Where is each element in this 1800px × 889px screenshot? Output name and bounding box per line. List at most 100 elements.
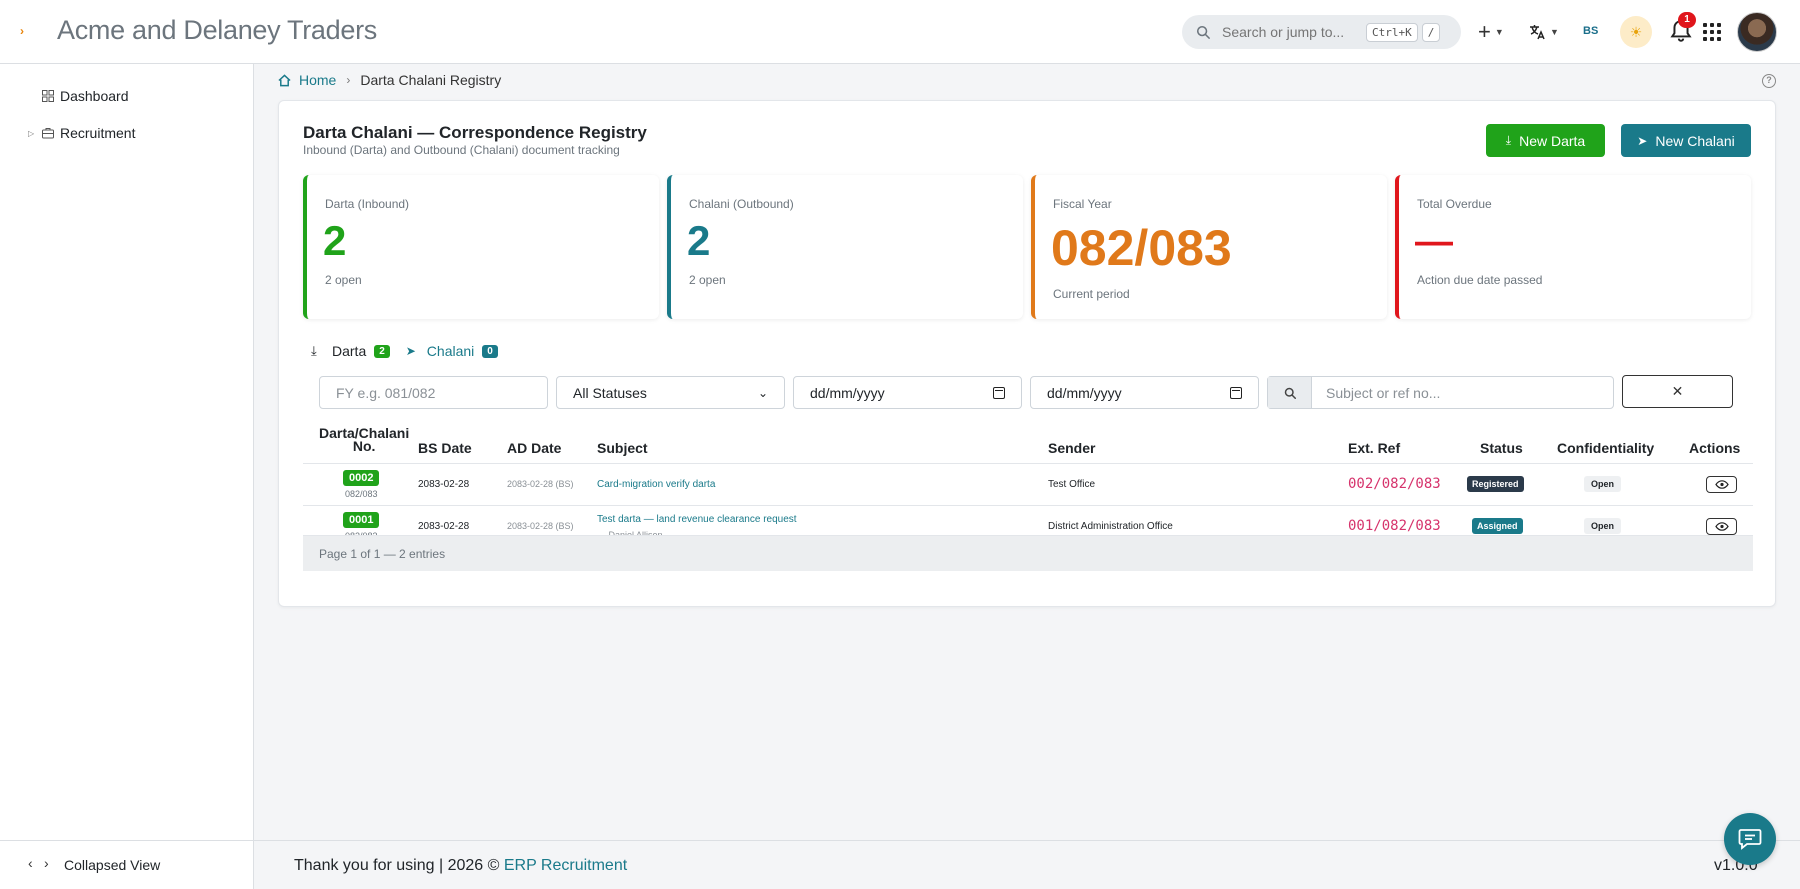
caret-down-icon: ▼ bbox=[1494, 27, 1504, 37]
col-header-bs-date: BS Date bbox=[418, 440, 472, 456]
logo-icon[interactable]: › bbox=[20, 24, 30, 38]
darta-number-badge: 0002 bbox=[343, 470, 380, 486]
caret-right-icon[interactable]: ▷ bbox=[28, 129, 34, 138]
new-darta-button[interactable]: ⤓ New Darta bbox=[1486, 124, 1605, 157]
sender: Test Office bbox=[1048, 479, 1096, 490]
quick-create-button[interactable]: + ▼ bbox=[1478, 20, 1504, 44]
translate-icon bbox=[1530, 25, 1545, 40]
breadcrumb-home-link[interactable]: Home bbox=[299, 72, 336, 88]
bs-date: 2083-02-28 bbox=[418, 521, 470, 532]
close-icon: ✕ bbox=[1671, 383, 1684, 399]
plus-icon: + bbox=[1478, 19, 1491, 44]
page-subtitle: Inbound (Darta) and Outbound (Chalani) d… bbox=[303, 143, 620, 157]
global-search[interactable]: Ctrl+K / bbox=[1182, 15, 1461, 49]
tab-chalani[interactable]: ➤ Chalani 0 bbox=[406, 343, 498, 359]
sidebar-item-label: Dashboard bbox=[60, 88, 129, 104]
stat-card-chalani: Chalani (Outbound) 2 2 open bbox=[667, 175, 1023, 319]
briefcase-icon bbox=[42, 128, 54, 139]
download-icon: ⤓ bbox=[311, 343, 317, 358]
col-header-ext-ref: Ext. Ref bbox=[1348, 440, 1401, 456]
apps-grid-icon[interactable] bbox=[1703, 23, 1721, 41]
notification-count-badge: 1 bbox=[1678, 12, 1696, 28]
col-header-subject: Subject bbox=[597, 440, 648, 456]
language-button[interactable]: ▼ bbox=[1528, 20, 1559, 44]
ad-date: 2083-02-28 (BS) bbox=[507, 479, 574, 489]
chevron-down-icon: ⌄ bbox=[757, 385, 768, 400]
sidebar-item-label: Recruitment bbox=[60, 125, 136, 141]
sun-icon: ☀ bbox=[1629, 23, 1643, 40]
stat-label: Chalani (Outbound) bbox=[689, 197, 794, 211]
download-icon: ⤓ bbox=[1505, 133, 1512, 147]
subject-search[interactable]: Subject or ref no... bbox=[1267, 376, 1614, 409]
view-button[interactable] bbox=[1706, 518, 1737, 535]
date-to-input[interactable]: dd/mm/yyyy bbox=[1030, 376, 1259, 409]
table-row[interactable]: 0002 082/083 2083-02-28 2083-02-28 (BS) … bbox=[303, 463, 1753, 505]
new-chalani-label: New Chalani bbox=[1655, 132, 1735, 149]
eye-icon bbox=[1714, 522, 1729, 531]
sidebar-collapse-toggle[interactable]: ‹ › Collapsed View bbox=[0, 840, 254, 889]
view-button[interactable] bbox=[1706, 476, 1737, 493]
chat-button[interactable] bbox=[1724, 813, 1776, 865]
tab-count-badge: 0 bbox=[482, 344, 498, 358]
send-icon: ➤ bbox=[405, 344, 416, 358]
darta-number-badge: 0001 bbox=[343, 512, 380, 528]
registry-tabs: ⤓ Darta 2 ➤ Chalani 0 bbox=[311, 343, 514, 359]
status-select-value: All Statuses bbox=[573, 384, 647, 401]
eye-icon bbox=[1714, 480, 1729, 489]
sender: District Administration Office bbox=[1048, 521, 1173, 532]
chevron-right-icon: › bbox=[346, 73, 351, 87]
tab-label: Darta bbox=[332, 343, 367, 359]
subject-link[interactable]: Card-migration verify darta bbox=[597, 479, 715, 490]
status-badge: Registered bbox=[1467, 476, 1524, 492]
col-header-number: Darta/Chalani No. bbox=[319, 426, 409, 453]
global-search-input[interactable] bbox=[1222, 24, 1362, 40]
subject-link[interactable]: Test darta — land revenue clearance requ… bbox=[597, 514, 797, 525]
calendar-mode-toggle[interactable]: BS bbox=[1583, 25, 1598, 37]
chevron-left-icon: ‹ bbox=[28, 855, 33, 871]
user-avatar[interactable] bbox=[1737, 12, 1777, 52]
tab-darta[interactable]: ⤓ Darta 2 bbox=[311, 343, 390, 359]
sidebar-item-dashboard[interactable]: Dashboard bbox=[0, 80, 254, 112]
theme-toggle-button[interactable]: ☀ bbox=[1620, 16, 1652, 48]
stat-value: 082/083 bbox=[1051, 220, 1232, 276]
collapsed-view-label: Collapsed View bbox=[64, 857, 161, 873]
fiscal-year-input[interactable]: FY e.g. 081/082 bbox=[319, 376, 548, 409]
subject-search-input[interactable]: Subject or ref no... bbox=[1312, 377, 1440, 408]
search-icon bbox=[1196, 25, 1210, 39]
stat-label: Fiscal Year bbox=[1053, 197, 1112, 211]
footer-link[interactable]: ERP Recruitment bbox=[504, 857, 627, 874]
chat-icon bbox=[1738, 829, 1762, 850]
status-select[interactable]: All Statuses ⌄ bbox=[556, 376, 785, 409]
stat-card-total-overdue: Total Overdue — Action due date passed bbox=[1395, 175, 1751, 319]
calendar-icon[interactable] bbox=[993, 386, 1005, 399]
stat-card-fiscal-year: Fiscal Year 082/083 Current period bbox=[1031, 175, 1387, 319]
stat-value: — bbox=[1415, 221, 1453, 263]
page-title: Darta Chalani — Correspondence Registry bbox=[303, 123, 647, 142]
confidentiality-badge: Open bbox=[1584, 476, 1622, 492]
stat-sub: 2 open bbox=[325, 273, 362, 287]
stat-value: 2 bbox=[323, 217, 347, 264]
status-badge: Assigned bbox=[1472, 518, 1523, 534]
stat-card-darta: Darta (Inbound) 2 2 open bbox=[303, 175, 659, 319]
home-icon bbox=[278, 73, 291, 86]
date-from-input[interactable]: dd/mm/yyyy bbox=[793, 376, 1022, 409]
breadcrumb-current: Darta Chalani Registry bbox=[360, 72, 502, 88]
new-chalani-button[interactable]: ➤ New Chalani bbox=[1621, 124, 1751, 157]
calendar-icon[interactable] bbox=[1230, 386, 1242, 399]
footer-thanks: Thank you for using | 2026 © bbox=[294, 857, 500, 874]
help-icon[interactable]: ? bbox=[1762, 74, 1776, 88]
stat-sub: Action due date passed bbox=[1417, 273, 1543, 287]
registry-card: Darta Chalani — Correspondence Registry … bbox=[278, 100, 1776, 607]
footer-text: Thank you for using | 2026 © ERP Recruit… bbox=[294, 857, 627, 875]
caret-down-icon: ▼ bbox=[1550, 27, 1559, 37]
new-darta-label: New Darta bbox=[1519, 132, 1586, 149]
app-title[interactable]: Acme and Delaney Traders bbox=[57, 15, 377, 46]
col-header-confidentiality: Confidentiality bbox=[1557, 440, 1655, 456]
clear-filters-button[interactable]: ✕ bbox=[1622, 375, 1733, 408]
tab-count-badge: 2 bbox=[374, 344, 390, 358]
top-bar: › Acme and Delaney Traders Ctrl+K / +▼ ▼… bbox=[0, 0, 1800, 64]
date-to-value: dd/mm/yyyy bbox=[1047, 384, 1122, 401]
stat-label: Darta (Inbound) bbox=[325, 197, 410, 211]
grid-icon bbox=[42, 90, 54, 102]
sidebar-item-recruitment[interactable]: ▷ Recruitment bbox=[0, 117, 254, 149]
